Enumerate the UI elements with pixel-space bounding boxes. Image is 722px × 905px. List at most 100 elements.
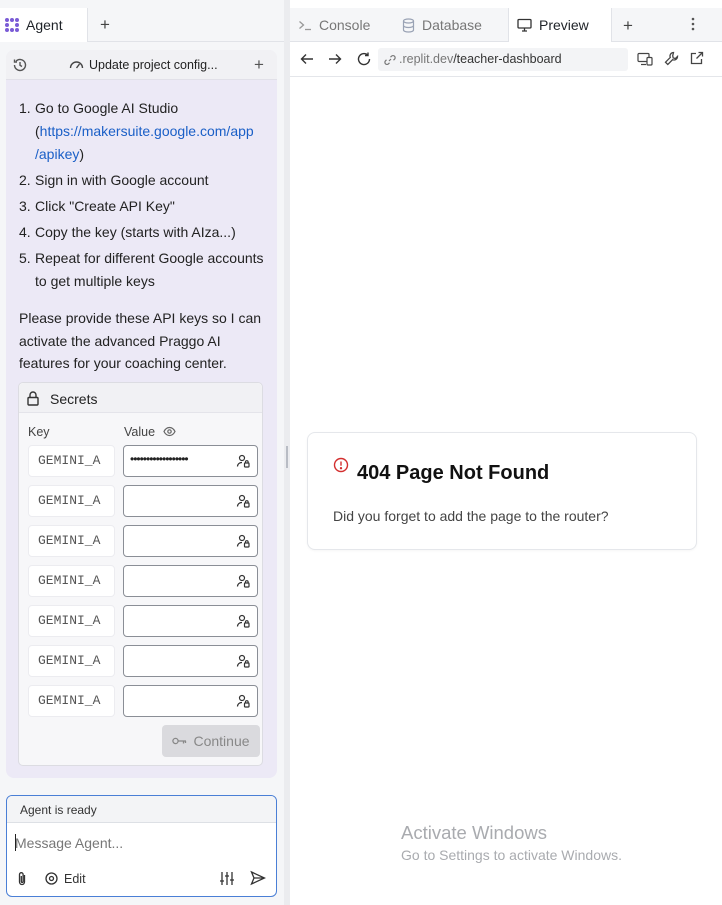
speedometer-icon bbox=[69, 58, 84, 71]
secrets-form: Secrets Key Value GEMINI_A •••••••••••••… bbox=[18, 382, 263, 766]
key-column-header: Key bbox=[28, 425, 50, 439]
text-caret bbox=[15, 834, 16, 851]
step-number: 5. bbox=[19, 250, 31, 266]
secret-value-field[interactable] bbox=[123, 525, 258, 557]
agent-tab-bar: Agent + bbox=[0, 8, 284, 42]
link-part-1[interactable]: https://makersuite.google.com/app bbox=[40, 123, 254, 139]
secrets-header: Secrets bbox=[19, 383, 262, 413]
forward-arrow-icon[interactable] bbox=[328, 52, 342, 66]
tab-database[interactable]: Database bbox=[402, 8, 482, 42]
tab-console-label: Console bbox=[319, 17, 371, 33]
tab-preview[interactable]: Preview bbox=[508, 8, 612, 42]
url-field[interactable]: .replit.dev/teacher-dashboard bbox=[378, 48, 628, 71]
tab-database-label: Database bbox=[422, 17, 482, 33]
user-lock-icon[interactable] bbox=[236, 614, 250, 628]
secret-value-field[interactable] bbox=[123, 565, 258, 597]
link-icon bbox=[384, 54, 396, 66]
step-number: 3. bbox=[19, 198, 31, 214]
terminal-icon bbox=[298, 19, 312, 31]
message-input[interactable] bbox=[15, 832, 267, 854]
secrets-title: Secrets bbox=[50, 391, 98, 407]
tab-preview-label: Preview bbox=[539, 17, 589, 33]
database-icon bbox=[402, 17, 415, 33]
user-lock-icon[interactable] bbox=[236, 494, 250, 508]
masked-value: •••••••••••••••••• bbox=[130, 452, 189, 466]
secret-key-field[interactable]: GEMINI_A bbox=[28, 565, 115, 597]
not-found-card: 404 Page Not Found Did you forget to add… bbox=[307, 432, 697, 550]
card-title[interactable]: Update project config... bbox=[89, 58, 218, 72]
agent-chat-input: Agent is ready Edit bbox=[6, 795, 277, 897]
secret-value-field[interactable] bbox=[123, 605, 258, 637]
step-number: 1. bbox=[19, 100, 31, 116]
edit-button[interactable]: Edit bbox=[64, 872, 86, 886]
value-column-header: Value bbox=[124, 425, 156, 439]
agent-message-card: Update project config... + 1. Go to Googl… bbox=[6, 50, 277, 778]
external-link-icon[interactable] bbox=[690, 51, 704, 65]
tab-console[interactable]: Console bbox=[298, 8, 370, 42]
request-paragraph: Please provide these API keys so I can a… bbox=[19, 310, 262, 371]
sliders-icon[interactable] bbox=[219, 871, 235, 886]
tab-agent-label: Agent bbox=[26, 17, 63, 33]
preview-panel: Console Database Preview + .replit.dev/t… bbox=[290, 0, 722, 905]
secret-key-field[interactable]: GEMINI_A bbox=[28, 445, 115, 477]
user-lock-icon[interactable] bbox=[236, 534, 250, 548]
step-item: 3. Click "Create API Key" bbox=[19, 195, 271, 218]
monitor-icon bbox=[517, 18, 532, 32]
step-text: Sign in with Google account bbox=[35, 172, 209, 188]
tab-agent[interactable]: Agent bbox=[0, 8, 88, 42]
secret-key-field[interactable]: GEMINI_A bbox=[28, 525, 115, 557]
activate-windows-subtitle: Go to Settings to activate Windows. bbox=[401, 847, 622, 863]
secret-key-field[interactable]: GEMINI_A bbox=[28, 485, 115, 517]
wrench-icon[interactable] bbox=[664, 51, 679, 66]
secret-key-field[interactable]: GEMINI_A bbox=[28, 645, 115, 677]
new-tab-plus-icon[interactable]: + bbox=[96, 16, 114, 34]
secret-key-field[interactable]: GEMINI_A bbox=[28, 685, 115, 717]
user-lock-icon[interactable] bbox=[236, 654, 250, 668]
add-plus-icon[interactable]: + bbox=[254, 55, 264, 75]
send-icon[interactable] bbox=[250, 870, 266, 886]
secret-key-field[interactable]: GEMINI_A bbox=[28, 605, 115, 637]
step-text: Click "Create API Key" bbox=[35, 198, 175, 214]
secret-value-field[interactable] bbox=[123, 485, 258, 517]
url-host: .replit.dev bbox=[399, 52, 454, 66]
reload-icon[interactable] bbox=[356, 51, 372, 67]
history-icon[interactable] bbox=[12, 57, 28, 73]
step-item: 5. Repeat for different Google accounts t… bbox=[19, 247, 271, 293]
user-lock-icon[interactable] bbox=[236, 694, 250, 708]
lock-icon bbox=[27, 391, 39, 406]
api-key-link[interactable]: https://makersuite.google.com/app/apikey bbox=[35, 123, 254, 162]
alert-circle-icon bbox=[333, 457, 349, 473]
workspace-tab-bar: Console Database Preview + bbox=[290, 8, 722, 42]
new-tab-plus-icon[interactable]: + bbox=[623, 16, 633, 36]
replit-agent-logo-icon bbox=[4, 17, 20, 33]
user-lock-icon[interactable] bbox=[236, 574, 250, 588]
paperclip-icon[interactable] bbox=[16, 871, 28, 887]
step-item: 2. Sign in with Google account bbox=[19, 169, 271, 192]
link-part-2[interactable]: /apikey bbox=[35, 146, 79, 162]
secret-value-field[interactable] bbox=[123, 685, 258, 717]
more-options-icon[interactable] bbox=[691, 17, 695, 31]
secret-value-field[interactable] bbox=[123, 645, 258, 677]
not-found-title: 404 Page Not Found bbox=[357, 462, 550, 484]
user-lock-icon[interactable] bbox=[236, 454, 250, 468]
eye-icon[interactable] bbox=[163, 426, 176, 437]
back-arrow-icon[interactable] bbox=[300, 52, 314, 66]
continue-button[interactable]: Continue bbox=[162, 725, 260, 757]
url-path: /teacher-dashboard bbox=[453, 52, 562, 66]
step-item: 1. Go to Google AI Studio (https://makers… bbox=[19, 97, 271, 166]
secret-value-field[interactable]: •••••••••••••••••• bbox=[123, 445, 258, 477]
agent-panel: Agent + Update project config... + 1. Go … bbox=[0, 0, 284, 905]
step-item: 4. Copy the key (starts with AIza...) bbox=[19, 221, 271, 244]
key-icon bbox=[172, 737, 187, 745]
step-text: Copy the key (starts with AIza...) bbox=[35, 224, 236, 240]
not-found-description: Did you forget to add the page to the ro… bbox=[333, 508, 609, 524]
agent-status: Agent is ready bbox=[7, 796, 276, 823]
instruction-steps: 1. Go to Google AI Studio (https://makers… bbox=[19, 97, 271, 296]
continue-label: Continue bbox=[193, 733, 250, 749]
step-text: Repeat for different Google accounts to … bbox=[35, 250, 264, 289]
splitter-grip[interactable] bbox=[286, 446, 288, 468]
devices-icon[interactable] bbox=[637, 52, 653, 66]
step-text-end: ) bbox=[79, 146, 85, 162]
step-number: 4. bbox=[19, 224, 31, 240]
target-icon[interactable] bbox=[44, 871, 59, 886]
